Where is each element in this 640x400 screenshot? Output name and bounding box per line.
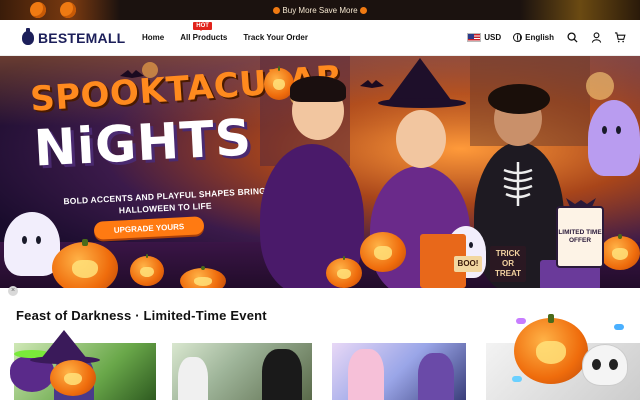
- kid-face: [396, 110, 446, 168]
- skull-decoration: [582, 344, 628, 386]
- site-logo[interactable]: BESTEMALL: [22, 28, 126, 46]
- pumpkin-decoration: [30, 2, 46, 18]
- kid-hair: [290, 76, 346, 102]
- card-image: [178, 357, 208, 400]
- nav-track-order[interactable]: Track Your Order: [243, 33, 308, 42]
- hero-title-line2: NiGHTS: [32, 108, 254, 178]
- cart-icon: [614, 31, 626, 42]
- search-button[interactable]: [566, 31, 578, 43]
- hero-banner[interactable]: SPOOKTACULAR NiGHTS BOLD ACCENTS AND PLA…: [0, 56, 640, 288]
- jack-o-lantern: [52, 238, 118, 288]
- jack-o-lantern: [180, 266, 226, 288]
- language-selector[interactable]: English: [513, 32, 554, 42]
- skeleton-print: [503, 162, 533, 206]
- currency-label: USD: [484, 32, 502, 42]
- search-icon: [566, 31, 578, 43]
- card-image: [262, 349, 302, 400]
- jack-o-lantern: [130, 254, 164, 286]
- jack-o-lantern: [514, 314, 588, 384]
- close-icon[interactable]: ×: [8, 286, 18, 296]
- nav-all-products-label: All Products: [180, 33, 228, 42]
- candy-decoration: [512, 376, 522, 382]
- limited-time-offer-badge[interactable]: LIMITED TIME OFFER: [556, 198, 604, 268]
- card-image: [348, 349, 384, 400]
- site-header: BESTEMALL Home HOT All Products Track Yo…: [0, 20, 640, 56]
- language-label: English: [525, 32, 554, 42]
- header-tools: USD English: [467, 31, 626, 43]
- trick-or-treat-sign: TRICK OR TREAT: [490, 246, 526, 282]
- us-flag-icon: [467, 32, 482, 42]
- account-button[interactable]: [590, 31, 602, 43]
- cart-button[interactable]: [614, 31, 626, 43]
- logo-text: BESTEMALL: [38, 30, 126, 46]
- section-title: Feast of Darkness · Limited-Time Event: [16, 308, 267, 323]
- pumpkin-decoration: [60, 2, 76, 18]
- nav-home[interactable]: Home: [142, 33, 164, 42]
- pumpkin-icon: [273, 6, 281, 14]
- nav-all-products[interactable]: HOT All Products: [180, 22, 228, 42]
- jack-o-lantern: [326, 256, 362, 288]
- card-image: [418, 353, 454, 400]
- limited-time-offer-text: LIMITED TIME OFFER: [558, 229, 602, 244]
- candy-decoration: [516, 318, 526, 324]
- pumpkin-icon: [359, 6, 367, 14]
- globe-icon: [513, 32, 523, 42]
- currency-selector[interactable]: USD: [467, 32, 502, 42]
- product-card[interactable]: [332, 343, 466, 400]
- promo-text[interactable]: Buy More Save More: [282, 6, 357, 15]
- ghost-decoration: [588, 100, 640, 176]
- boo-sign: BOO!: [454, 256, 482, 272]
- promo-decoration-right: [520, 0, 640, 20]
- pumpkin-bucket: [360, 232, 406, 272]
- candy-decoration: [614, 324, 624, 330]
- product-card[interactable]: [172, 343, 312, 400]
- user-icon: [591, 31, 601, 43]
- promo-bar: Buy More Save More: [0, 0, 640, 20]
- hot-badge: HOT: [193, 22, 212, 31]
- jack-o-lantern: [600, 233, 640, 270]
- witch-hat-brim: [378, 98, 466, 108]
- kid-hair: [488, 84, 550, 114]
- main-nav: Home HOT All Products Track Your Order: [142, 22, 308, 42]
- logo-mark-icon: [22, 28, 34, 45]
- jack-o-lantern: [50, 360, 96, 396]
